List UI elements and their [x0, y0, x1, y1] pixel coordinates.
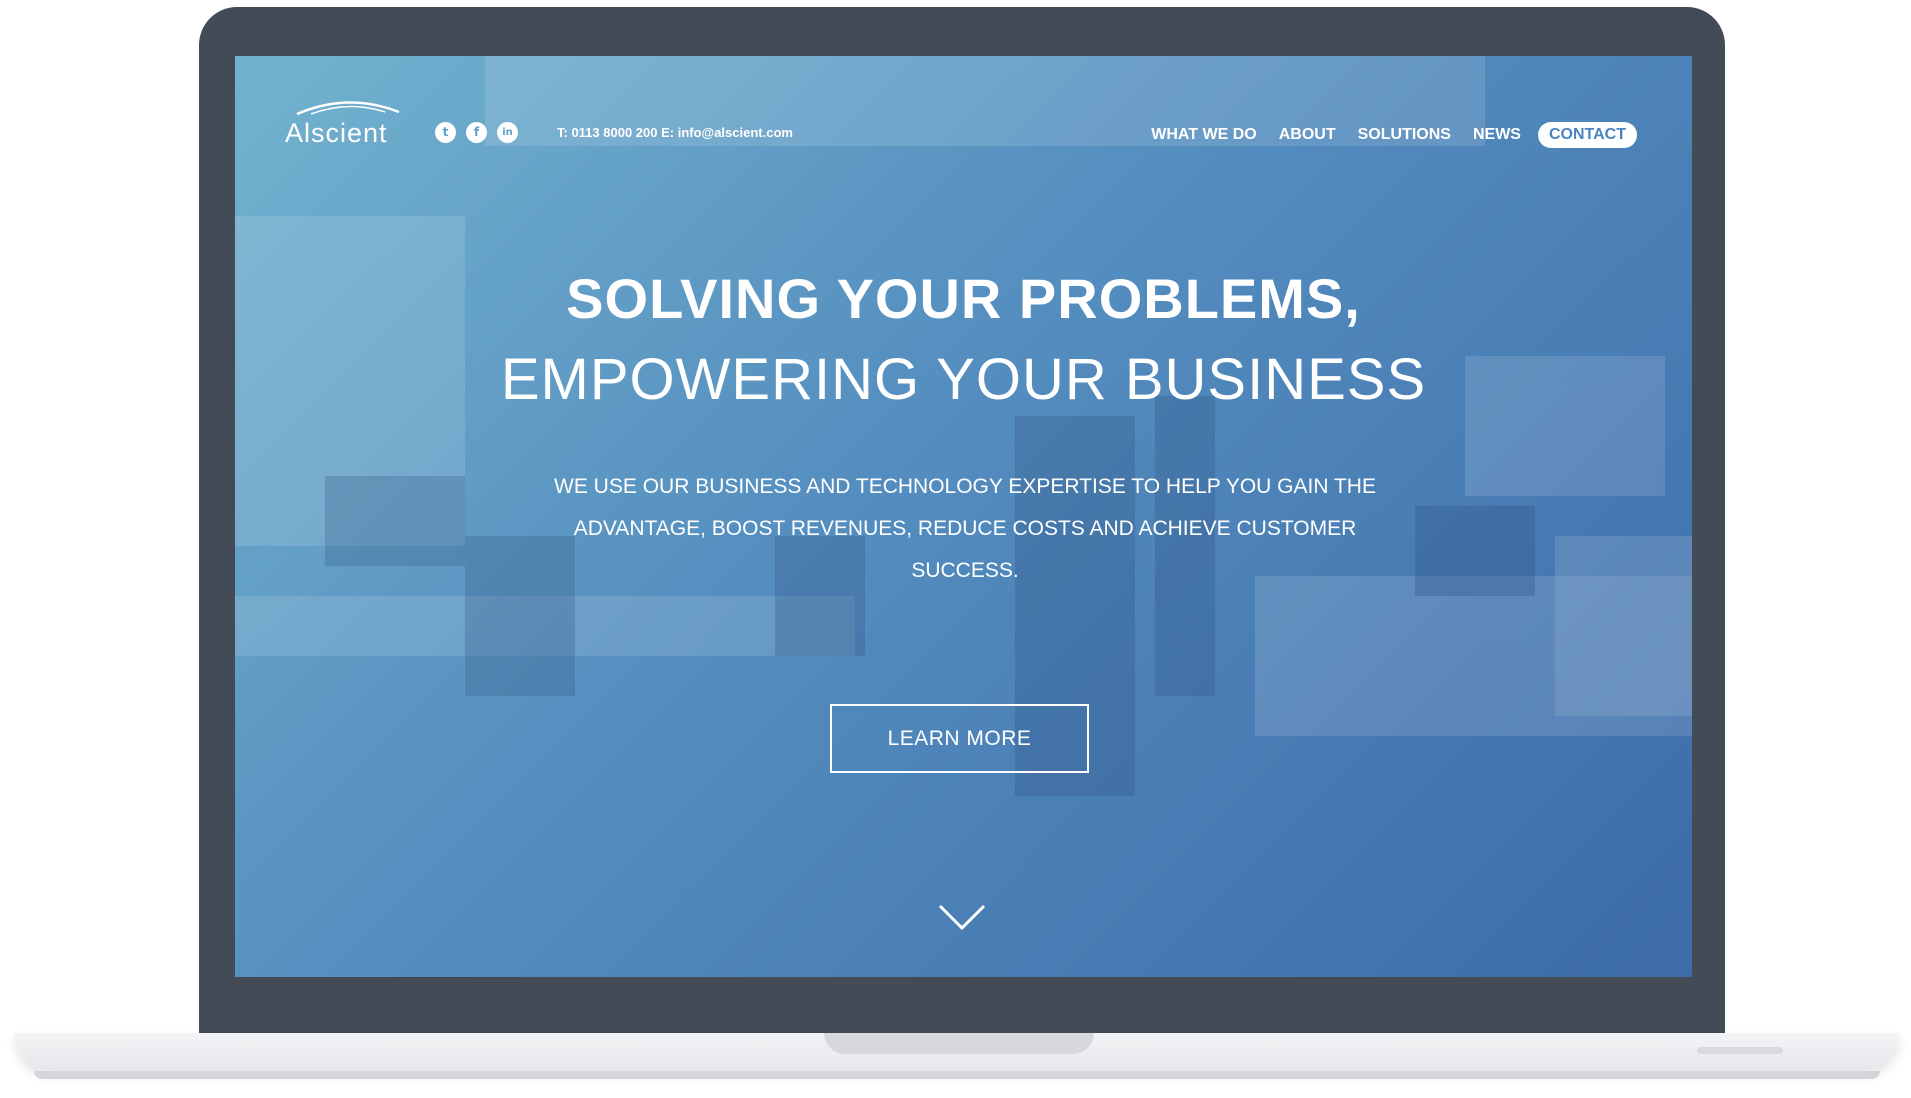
brand-name: Alscient — [285, 118, 388, 148]
contact-info: T: 0113 8000 200 E: info@alscient.com — [557, 125, 793, 140]
main-nav: WHAT WE DO ABOUT SOLUTIONS NEWS CONTACT — [1129, 122, 1637, 148]
nav-item-news[interactable]: NEWS — [1473, 126, 1521, 144]
facebook-icon[interactable]: f — [466, 122, 487, 143]
laptop-foot-mark — [1697, 1047, 1783, 1054]
hero-description: WE USE OUR BUSINESS AND TECHNOLOGY EXPER… — [554, 475, 1376, 582]
learn-more-button[interactable]: LEARN MORE — [830, 704, 1089, 773]
nav-item-solutions[interactable]: SOLUTIONS — [1358, 126, 1451, 144]
laptop-notch — [824, 1033, 1094, 1054]
hero-subtitle: EMPOWERING YOUR BUSINESS — [500, 347, 1427, 412]
contact-button[interactable]: CONTACT — [1537, 122, 1637, 148]
laptop-mockup: Alscient t f in T: 0113 8000 200 E: info… — [0, 0, 1911, 1098]
nav-item-what-we-do[interactable]: WHAT WE DO — [1151, 126, 1256, 144]
hero-title: SOLVING YOUR PROBLEMS, — [566, 267, 1361, 330]
alscient-logo[interactable]: Alscient — [285, 98, 403, 154]
nav-item-about[interactable]: ABOUT — [1279, 126, 1336, 144]
chevron-down-icon[interactable] — [937, 902, 987, 932]
website-screen: Alscient t f in T: 0113 8000 200 E: info… — [235, 56, 1692, 977]
linkedin-icon[interactable]: in — [497, 122, 518, 143]
twitter-icon[interactable]: t — [435, 122, 456, 143]
logo-arc-icon — [296, 101, 400, 116]
